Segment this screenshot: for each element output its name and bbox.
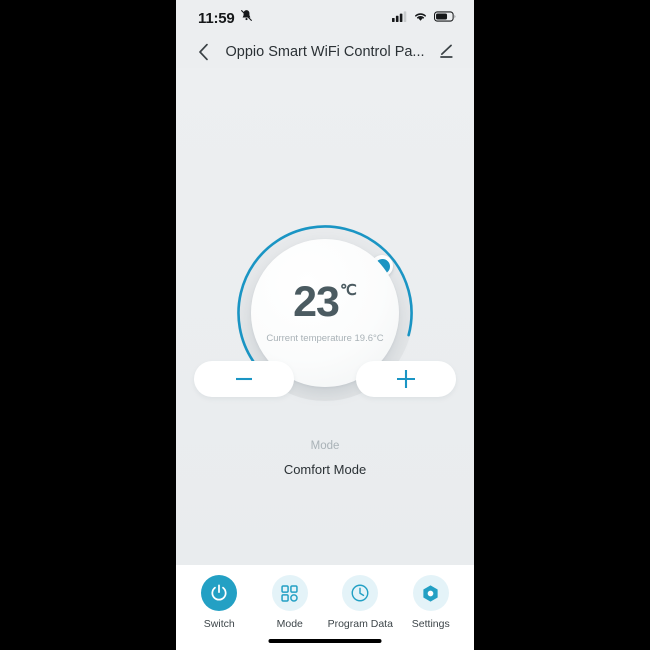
main-content: 23 ℃ Current temperature 19.6°C Mode Com…	[176, 68, 474, 565]
nav-label-settings: Settings	[411, 618, 450, 630]
decrease-temperature-button[interactable]	[194, 361, 294, 397]
power-icon	[211, 584, 227, 601]
nav-icon-bg-settings	[412, 575, 449, 611]
nav-icon-bg-program-data	[342, 575, 379, 611]
target-temperature: 23 ℃	[293, 278, 357, 327]
nav-item-settings[interactable]: Settings	[396, 575, 467, 630]
bottom-navigation: Switch Mode Program Data Settings	[176, 565, 474, 650]
nav-icon-bg-switch	[201, 575, 238, 611]
clock-icon	[351, 584, 369, 602]
status-bar-left: 11:59	[198, 9, 253, 27]
app-header: Oppio Smart WiFi Control Pa...	[176, 36, 474, 68]
mode-label: Mode	[310, 440, 340, 452]
nav-icon-bg-mode	[271, 575, 308, 611]
mode-section[interactable]: Mode Comfort Mode	[176, 440, 474, 477]
back-button[interactable]	[192, 41, 214, 63]
status-bar-right	[392, 9, 456, 27]
target-temperature-value: 23	[293, 278, 340, 327]
plus-icon	[397, 370, 415, 388]
minus-icon	[236, 377, 252, 381]
phone-screen: 11:59 Oppio Smart WiFi Control Pa... 23 …	[176, 0, 474, 650]
home-indicator	[268, 639, 382, 643]
nav-item-switch[interactable]: Switch	[184, 575, 255, 630]
nav-item-program-data[interactable]: Program Data	[325, 575, 396, 630]
nav-label-switch: Switch	[203, 618, 235, 630]
current-temperature-text: Current temperature 19.6°C	[266, 332, 384, 344]
edit-pencil-icon	[440, 44, 453, 58]
chevron-left-icon	[198, 43, 208, 61]
edit-button[interactable]	[436, 41, 458, 63]
mode-value: Comfort Mode	[283, 462, 367, 477]
cellular-signal-icon	[392, 9, 407, 27]
hex-gear-icon	[423, 584, 438, 602]
bell-muted-icon	[240, 9, 253, 27]
battery-icon	[434, 9, 456, 27]
page-title: Oppio Smart WiFi Control Pa...	[225, 44, 425, 60]
grid-icon	[281, 584, 299, 602]
status-bar: 11:59	[176, 0, 474, 36]
temperature-unit: ℃	[339, 282, 357, 300]
status-time: 11:59	[198, 9, 235, 27]
nav-label-mode: Mode	[276, 618, 303, 630]
nav-item-mode[interactable]: Mode	[255, 575, 326, 630]
increase-temperature-button[interactable]	[356, 361, 456, 397]
wifi-icon	[413, 9, 428, 27]
nav-label-program-data: Program Data	[327, 618, 393, 630]
temperature-controls	[176, 361, 474, 397]
